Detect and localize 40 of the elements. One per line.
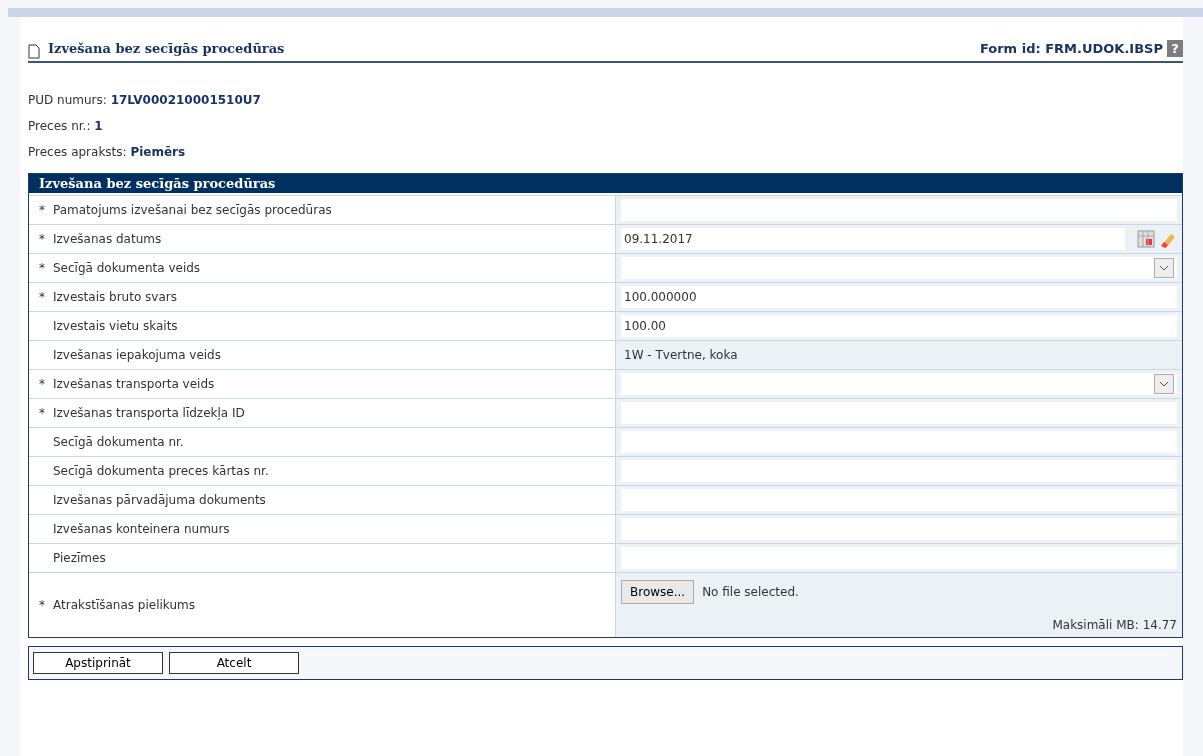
info-line: Preces nr.: 1 (28, 117, 104, 135)
browse-button[interactable]: Browse... (621, 579, 695, 604)
required-mark: * (39, 201, 46, 219)
field-label: Izvešanas iepakojuma veids (53, 346, 221, 364)
field-label: Izvešanas datums (53, 230, 162, 248)
field-label: Secīgā dokumenta preces kārtas nr. (53, 462, 269, 480)
field-label: Izvestais bruto svars (53, 288, 177, 306)
required-mark: * (39, 404, 46, 422)
input-field[interactable]: 100.000000 (621, 285, 1177, 308)
field-label: Piezīmes (53, 549, 106, 567)
info-line: PUD numurs: 17LV000210001510U7 (28, 91, 262, 109)
required-mark: * (39, 375, 46, 393)
help-button[interactable]: ? (1167, 40, 1183, 58)
dropdown-field[interactable] (621, 256, 1177, 279)
date-field[interactable]: 09.11.2017 (621, 227, 1125, 250)
form-id: Form id: FRM.UDOK.IBSP (979, 40, 1163, 58)
section-title: Izvešana bez secīgās procedūras (29, 173, 1182, 193)
field-label: Secīgā dokumenta veids (53, 259, 201, 277)
field-label: Pamatojums izvešanai bez secīgās procedūras (53, 201, 332, 219)
required-mark: * (39, 230, 46, 248)
field-label: Izvešanas transporta līdzekļa ID (53, 404, 245, 422)
size-limit-note: Maksimāli MB: 14.77 (1051, 616, 1177, 634)
input-field[interactable]: 100.00 (621, 314, 1177, 337)
form-button[interactable]: Atcelt (169, 651, 299, 674)
field-label: Izvešanas konteinera numurs (53, 520, 230, 538)
info-line: Preces apraksts: Piemērs (28, 143, 187, 161)
required-mark: * (39, 259, 46, 277)
field-label: Izvešanas pārvadājuma dokuments (53, 491, 266, 509)
field-label: Izvešanas transporta veids (53, 375, 215, 393)
calendar-icon[interactable] (1137, 229, 1155, 248)
required-mark: * (39, 596, 46, 614)
field-label: Secīgā dokumenta nr. (53, 433, 184, 451)
file-status: No file selected. (702, 583, 799, 601)
document-icon (28, 43, 40, 59)
field-label: Atrakstīšanas pielikums (53, 596, 195, 614)
field-label: Izvestais vietu skaits (53, 317, 178, 335)
form-title: Izvešana bez secīgās procedūras (48, 40, 285, 58)
form-button[interactable]: Apstiprināt (33, 651, 163, 674)
dropdown-field[interactable] (621, 372, 1177, 395)
required-mark: * (39, 288, 46, 306)
